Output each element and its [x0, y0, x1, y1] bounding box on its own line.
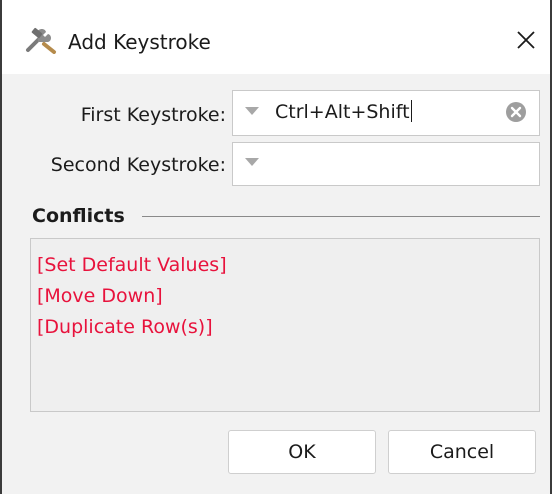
add-keystroke-dialog: Add Keystroke First Keystroke: Ctrl+Alt+… — [0, 0, 552, 494]
tools-icon — [26, 27, 56, 54]
conflicts-list: [Set Default Values] [Move Down] [Duplic… — [30, 238, 540, 412]
cancel-button[interactable]: Cancel — [388, 430, 536, 474]
close-icon — [517, 31, 535, 49]
first-keystroke-input[interactable]: Ctrl+Alt+Shift — [275, 100, 412, 124]
conflict-item: [Duplicate Row(s)] — [37, 316, 213, 338]
window-bottom-edge — [2, 486, 550, 494]
close-button[interactable] — [508, 22, 544, 58]
ok-button[interactable]: OK — [228, 430, 376, 474]
second-keystroke-combo[interactable] — [232, 142, 540, 186]
second-keystroke-label: Second Keystroke: — [50, 154, 226, 176]
conflicts-divider — [142, 216, 540, 217]
conflicts-heading: Conflicts — [32, 205, 125, 227]
first-keystroke-combo[interactable]: Ctrl+Alt+Shift — [232, 90, 540, 136]
clear-icon[interactable] — [505, 101, 527, 123]
conflict-item: [Set Default Values] — [37, 254, 227, 276]
dialog-title: Add Keystroke — [68, 30, 211, 54]
title-bar[interactable]: Add Keystroke — [2, 0, 550, 74]
dialog-content: First Keystroke: Ctrl+Alt+Shift Second K… — [2, 74, 550, 494]
conflict-item: [Move Down] — [37, 285, 163, 307]
dropdown-arrow-icon[interactable] — [245, 107, 259, 115]
text-caret — [410, 100, 412, 122]
dropdown-arrow-icon[interactable] — [245, 158, 259, 166]
first-keystroke-label: First Keystroke: — [80, 104, 226, 126]
